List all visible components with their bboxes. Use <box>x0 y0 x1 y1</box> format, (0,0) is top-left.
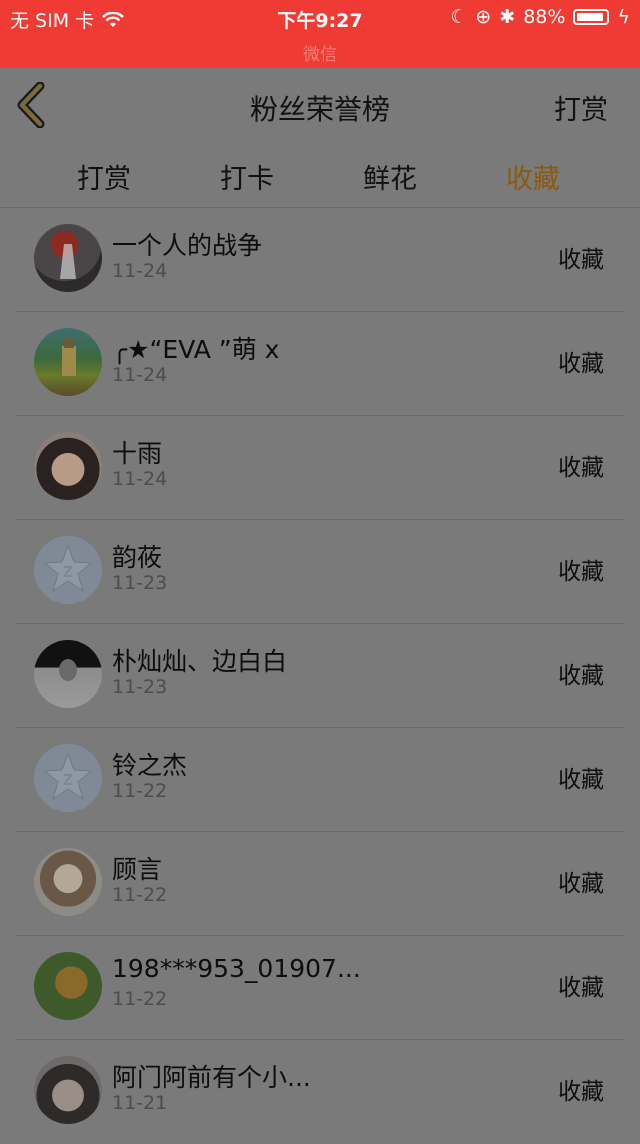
list-item[interactable]: ╭★“EVA ”萌 x 11-24 收藏 <box>0 312 640 416</box>
avatar <box>34 848 102 916</box>
fan-name: 朴灿灿、边白白 <box>112 647 288 676</box>
tab-flowers[interactable]: 鲜花 <box>330 157 450 196</box>
avatar <box>34 640 102 708</box>
list-item[interactable]: 198***953_01907... 11-22 收藏 <box>0 936 640 1040</box>
list-item[interactable]: 顾言 11-22 收藏 <box>0 832 640 936</box>
fan-date: 11-21 <box>112 1092 168 1114</box>
fan-date: 11-22 <box>112 884 168 906</box>
fan-date: 11-23 <box>112 676 168 698</box>
fan-date: 11-24 <box>112 260 168 282</box>
page-title: 粉丝荣誉榜 <box>249 93 390 126</box>
avatar: Z <box>34 536 102 604</box>
fan-list: 一个人的战争 11-24 收藏 ╭★“EVA ”萌 x 11-24 收藏 十雨 … <box>0 208 640 1144</box>
orientation-lock-icon: ⊕ <box>475 6 492 28</box>
fan-date: 11-22 <box>112 780 168 802</box>
favorite-label: 收藏 <box>558 871 604 897</box>
avatar <box>34 952 102 1020</box>
fan-name: 韵莜 <box>112 543 163 572</box>
reward-button[interactable]: 打赏 <box>554 88 608 127</box>
bluetooth-icon: ✱ <box>499 6 516 28</box>
charging-icon: ϟ <box>617 6 630 28</box>
avatar <box>34 224 102 292</box>
fan-name: 十雨 <box>112 439 163 468</box>
battery-icon <box>573 9 610 25</box>
favorite-label: 收藏 <box>558 663 604 689</box>
list-item[interactable]: Z 韵莜 11-23 收藏 <box>0 520 640 624</box>
avatar: Z <box>34 744 102 812</box>
svg-text:Z: Z <box>63 564 73 581</box>
favorite-label: 收藏 <box>558 975 604 1001</box>
status-bar: 无 SIM 卡 下午9:27 ☾ ⊕ ✱ 88% ϟ 微信 <box>0 0 640 68</box>
moon-icon: ☾ <box>450 6 468 28</box>
fan-name: ╭★“EVA ”萌 x <box>112 335 280 364</box>
favorite-label: 收藏 <box>558 1079 604 1105</box>
fan-date: 11-24 <box>112 468 168 490</box>
tab-bar: 打赏 打卡 鲜花 收藏 <box>0 143 640 208</box>
tab-checkin[interactable]: 打卡 <box>187 157 307 196</box>
fan-name: 阿门阿前有个小... <box>112 1063 311 1092</box>
list-item[interactable]: 朴灿灿、边白白 11-23 收藏 <box>0 624 640 728</box>
tab-reward[interactable]: 打赏 <box>44 157 164 196</box>
list-item[interactable]: Z 铃之杰 11-22 收藏 <box>0 728 640 832</box>
fan-date: 11-24 <box>112 364 168 386</box>
fan-name: 铃之杰 <box>112 751 188 780</box>
status-right: ☾ ⊕ ✱ 88% ϟ <box>450 6 630 28</box>
svg-text:Z: Z <box>63 772 73 789</box>
list-item[interactable]: 十雨 11-24 收藏 <box>0 416 640 520</box>
favorite-label: 收藏 <box>558 351 604 377</box>
avatar <box>34 328 102 396</box>
list-item[interactable]: 一个人的战争 11-24 收藏 <box>0 208 640 312</box>
fan-date: 11-22 <box>112 988 168 1010</box>
nav-bar: 粉丝荣誉榜 打赏 <box>0 68 640 144</box>
fan-name: 一个人的战争 <box>112 231 263 260</box>
battery-percent: 88% <box>523 6 566 28</box>
favorite-label: 收藏 <box>558 559 604 585</box>
favorite-label: 收藏 <box>558 247 604 273</box>
avatar <box>34 1056 102 1124</box>
status-subtitle: 微信 <box>303 45 337 65</box>
fan-name: 顾言 <box>112 855 163 884</box>
fan-date: 11-23 <box>112 572 168 594</box>
list-item[interactable]: 阿门阿前有个小... 11-21 收藏 <box>0 1040 640 1144</box>
avatar <box>34 432 102 500</box>
tab-favorites[interactable]: 收藏 <box>473 157 593 196</box>
fan-name: 198***953_01907... <box>112 954 361 983</box>
favorite-label: 收藏 <box>558 455 604 481</box>
favorite-label: 收藏 <box>558 767 604 793</box>
